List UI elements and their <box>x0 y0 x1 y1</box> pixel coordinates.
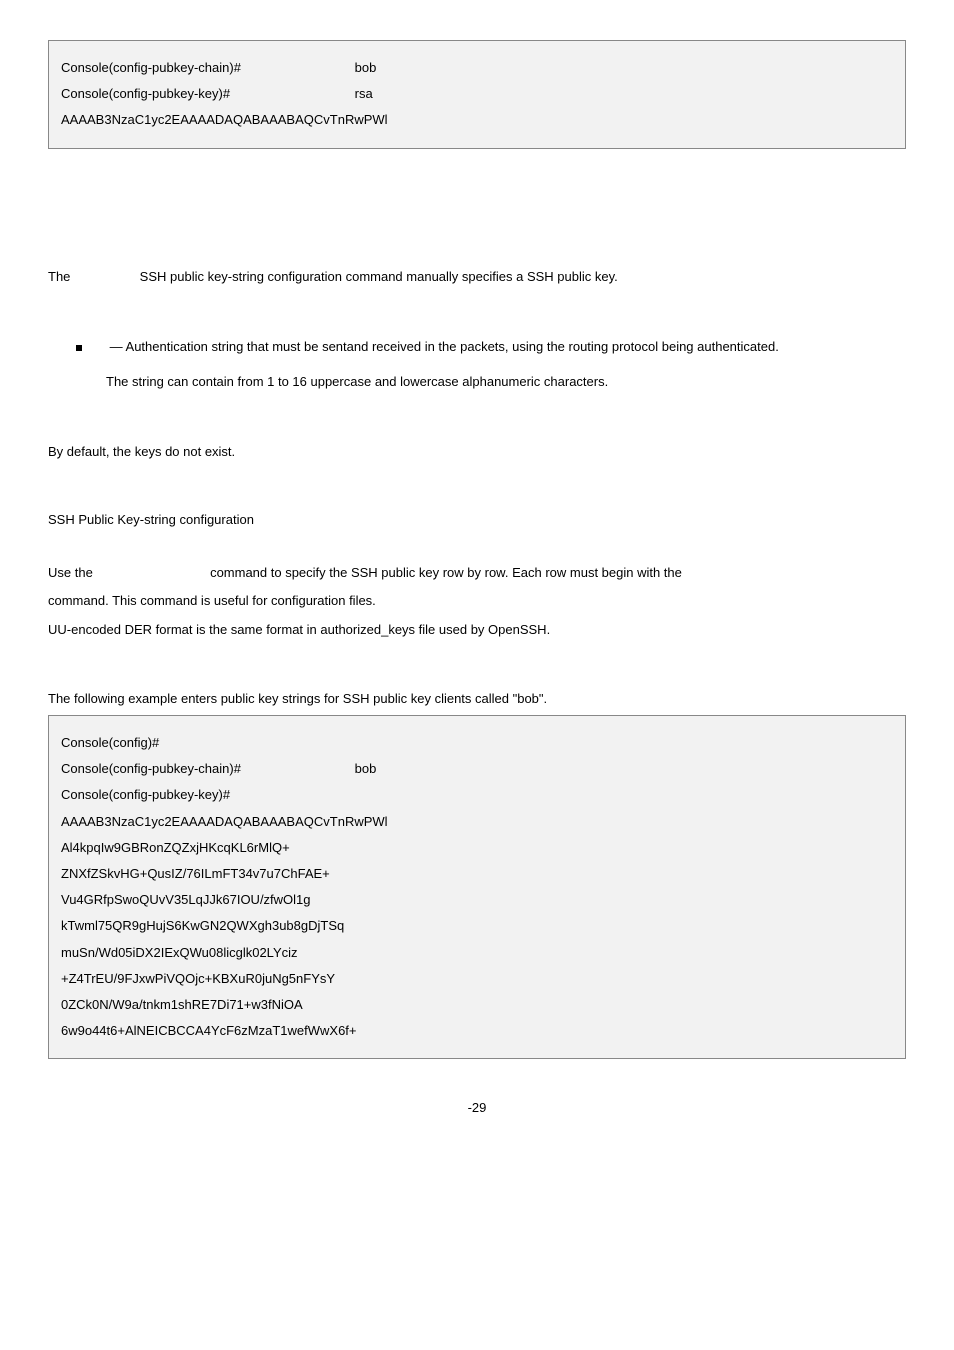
code-line: 6w9o44t6+AlNEICBCCA4YcF6zMzaT1wefWwX6f+ <box>61 1022 893 1040</box>
code-line: Vu4GRfpSwoQUvV35LqJJk67IOU/zfwOl1g <box>61 891 893 909</box>
code-box-1: Console(config-pubkey-chain)# bob Consol… <box>48 40 906 149</box>
code-line: ZNXfZSkvHG+QusIZ/76ILmFT34v7u7ChFAE+ <box>61 865 893 883</box>
example-paragraph: The following example enters public key … <box>48 685 906 714</box>
key-string: AAAAB3NzaC1yc2EAAAADAQABAAABAQCvTnRwPWl <box>61 112 388 127</box>
ssh-config-paragraph: SSH Public Key-string configuration <box>48 506 906 535</box>
text-prefix: The <box>48 269 70 284</box>
code-line: Console(config-pubkey-chain)# bob <box>61 760 893 778</box>
code-line: Console(config-pubkey-key)# <box>61 786 893 804</box>
code-line: muSn/Wd05iDX2IExQWu08licglk02LYciz <box>61 944 893 962</box>
code-line: Console(config)# <box>61 734 893 752</box>
uu-encoded-paragraph: UU-encoded DER format is the same format… <box>48 616 906 645</box>
code-line: 0ZCk0N/W9a/tnkm1shRE7Di71+w3fNiOA <box>61 996 893 1014</box>
code-box-2: Console(config)# Console(config-pubkey-c… <box>48 715 906 1059</box>
code-value: bob <box>355 60 377 75</box>
prompt-text: Console(config-pubkey-chain)# <box>61 59 351 77</box>
code-line: Console(config-pubkey-key)# rsa <box>61 85 893 103</box>
text-body: command to specify the SSH public key ro… <box>210 565 682 580</box>
code-line: AAAAB3NzaC1yc2EAAAADAQABAAABAQCvTnRwPWl <box>61 111 893 129</box>
text-prefix: Use the <box>48 565 93 580</box>
default-paragraph: By default, the keys do not exist. <box>48 438 906 467</box>
code-value: rsa <box>355 86 373 101</box>
prompt-text: Console(config-pubkey-chain)# <box>61 760 351 778</box>
code-line: AAAAB3NzaC1yc2EAAAADAQABAAABAQCvTnRwPWl <box>61 813 893 831</box>
prompt-text: Console(config-pubkey-key)# <box>61 85 351 103</box>
code-line: +Z4TrEU/9FJxwPiVQOjc+KBXuR0juNg5nFYsY <box>61 970 893 988</box>
bullet-text-line1: — Authentication string that must be sen… <box>110 339 779 354</box>
code-line: Al4kpqIw9GBRonZQZxjHKcqKL6rMlQ+ <box>61 839 893 857</box>
text-body: SSH public key-string configuration comm… <box>140 269 618 284</box>
code-value: bob <box>355 761 377 776</box>
code-line: kTwml75QR9gHujS6KwGN2QWXgh3ub8gDjTSq <box>61 917 893 935</box>
bullet-text-line2: The string can contain from 1 to 16 uppe… <box>106 366 906 397</box>
page-number: -29 <box>48 1099 906 1117</box>
code-line: Console(config-pubkey-chain)# bob <box>61 59 893 77</box>
bullet-icon <box>76 345 82 351</box>
command-paragraph: command. This command is useful for conf… <box>48 587 906 616</box>
use-paragraph: Use the command to specify the SSH publi… <box>48 559 906 588</box>
description-paragraph: The SSH public key-string configuration … <box>48 263 906 292</box>
bullet-item: — Authentication string that must be sen… <box>48 331 906 362</box>
